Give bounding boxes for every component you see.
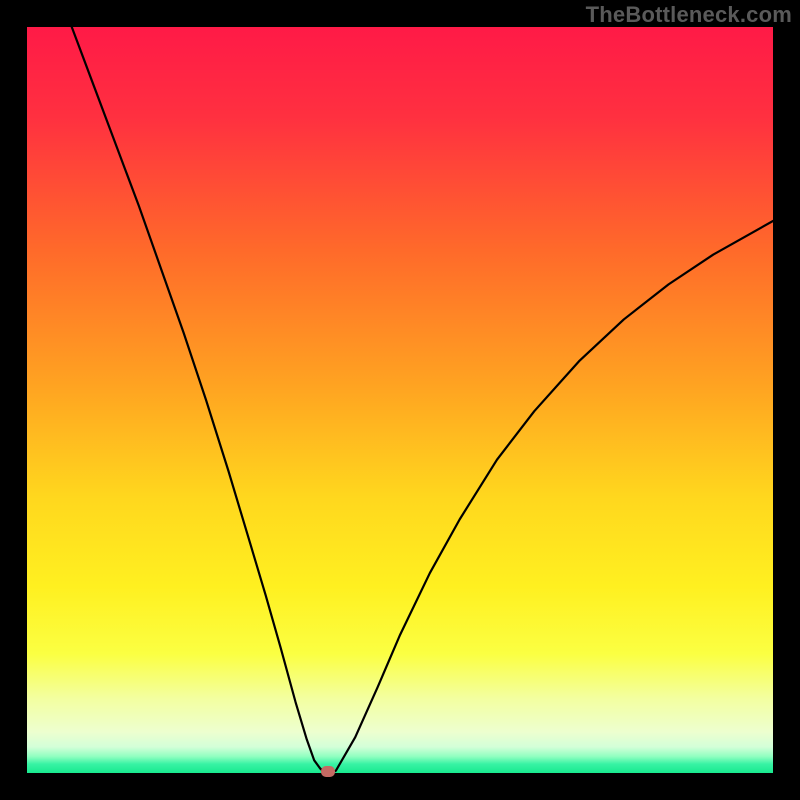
watermark-label: TheBottleneck.com xyxy=(586,2,792,28)
plot-svg xyxy=(27,27,773,773)
optimum-marker xyxy=(321,766,335,777)
gradient-background xyxy=(27,27,773,773)
chart-frame: TheBottleneck.com xyxy=(0,0,800,800)
plot-area xyxy=(27,27,773,773)
